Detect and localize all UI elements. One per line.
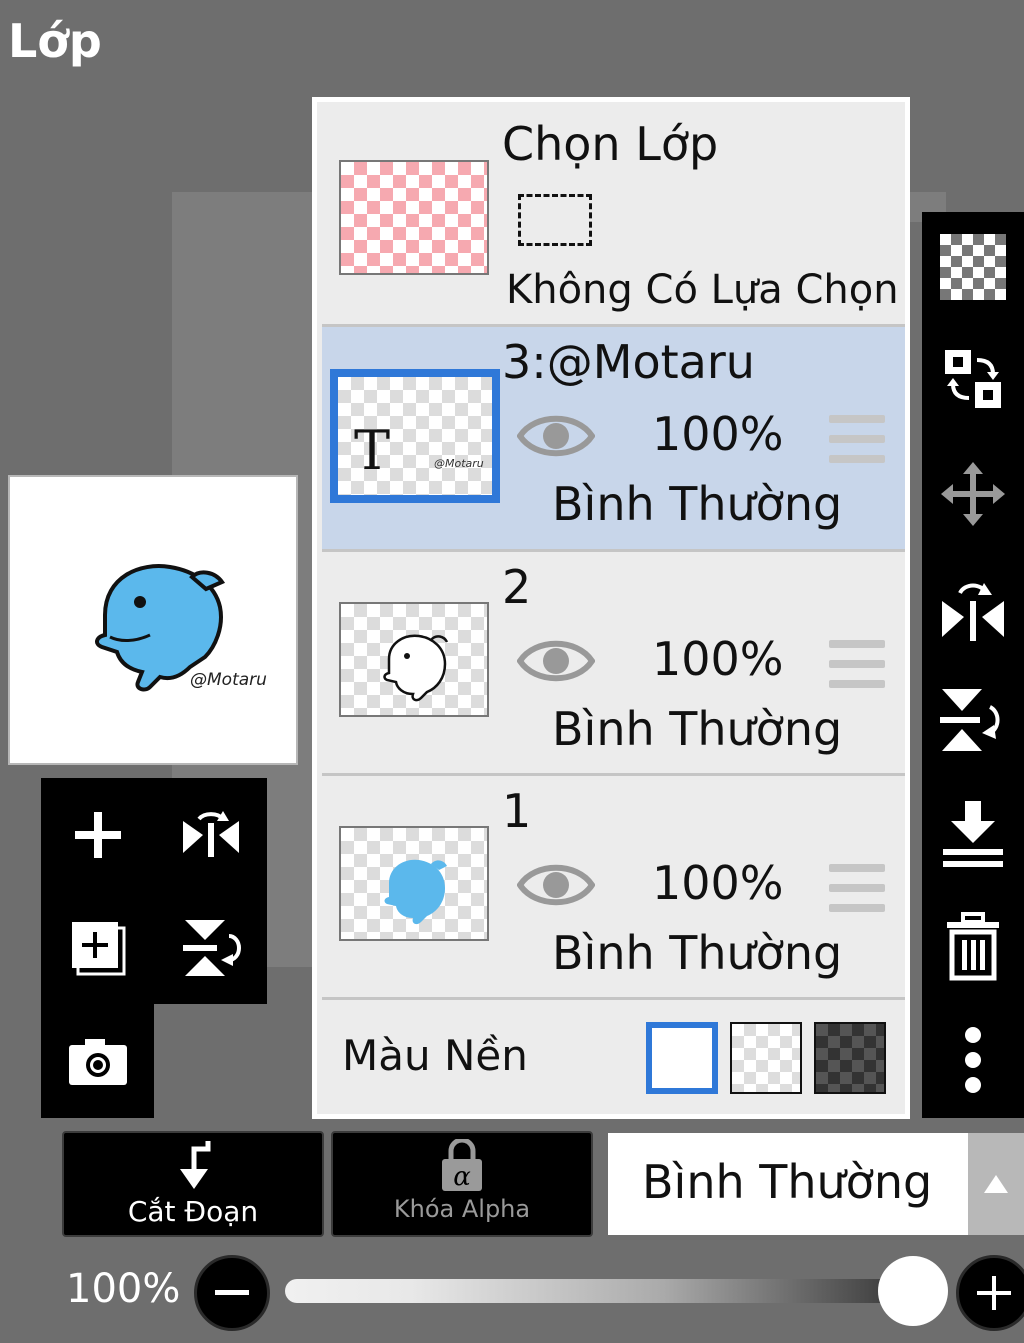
text-layer-glyph: T	[354, 419, 391, 482]
thumbnail-signature: @Motaru	[434, 457, 484, 470]
layer-row-3[interactable]: T @Motaru 3:@Motaru 100% Bình Thường	[322, 327, 905, 549]
alpha-lock-button[interactable]: α Khóa Alpha	[331, 1131, 593, 1237]
blend-mode-dropdown-button[interactable]	[968, 1133, 1024, 1235]
layer-thumbnail	[339, 602, 489, 717]
drag-handle[interactable]	[829, 864, 885, 924]
chevron-up-icon	[984, 1175, 1008, 1193]
visibility-toggle[interactable]	[516, 409, 596, 467]
layer-tools-lower	[41, 1004, 154, 1118]
divider	[322, 997, 905, 1000]
background-dark-swatch[interactable]	[814, 1022, 886, 1094]
background-label: Màu Nền	[342, 1031, 528, 1080]
flip-vertical-icon	[940, 689, 1000, 751]
merge-down-icon	[943, 801, 1003, 867]
flip-vertical-button[interactable]	[154, 891, 267, 1004]
swap-icon	[945, 350, 1001, 408]
more-options-button[interactable]	[922, 1005, 1024, 1115]
layer-name: 3:@Motaru	[502, 335, 755, 389]
selection-status: Không Có Lựa Chọn	[506, 267, 899, 313]
visibility-toggle[interactable]	[516, 634, 596, 692]
flip-horizontal-button[interactable]	[154, 778, 267, 891]
preview-watermark: @Motaru	[190, 670, 267, 690]
clipping-label: Cắt Đoạn	[127, 1195, 259, 1228]
layer-opacity: 100%	[652, 407, 784, 461]
plus-icon	[74, 811, 121, 858]
move-icon	[941, 462, 1005, 526]
flip-vertical-icon	[182, 919, 241, 976]
opacity-increase-button[interactable]	[956, 1255, 1024, 1331]
selection-title: Chọn Lớp	[502, 117, 719, 171]
camera-button[interactable]	[41, 1004, 154, 1117]
selection-thumbnail	[339, 160, 489, 275]
layer-thumbnail: T @Motaru	[330, 369, 500, 503]
blend-mode-select[interactable]: Bình Thường	[608, 1133, 968, 1235]
right-toolbar	[922, 212, 1024, 1118]
eye-icon	[516, 415, 596, 457]
delete-layer-button[interactable]	[922, 892, 1024, 1002]
selection-layer-row[interactable]: Chọn Lớp Không Có Lựa Chọn	[322, 107, 900, 329]
layer-opacity: 100%	[652, 856, 784, 910]
swap-layer-button[interactable]	[922, 324, 1024, 434]
dolphin-image: @Motaru	[95, 564, 267, 692]
clipping-arrow-icon	[180, 1141, 211, 1189]
checker-icon	[940, 234, 1006, 300]
layer-row-2[interactable]: 2 100% Bình Thường	[322, 552, 905, 774]
layer-blend-mode: Bình Thường	[552, 926, 843, 980]
page-title: Lớp	[8, 14, 102, 68]
move-button[interactable]	[922, 439, 1024, 549]
more-vertical-icon	[965, 1027, 981, 1093]
duplicate-layer-button[interactable]	[41, 891, 154, 1004]
layer-blend-mode: Bình Thường	[552, 702, 843, 756]
dolphin-color-image	[384, 859, 447, 925]
background-color-row: Màu Nền	[322, 1007, 905, 1109]
dolphin-outline-image	[383, 634, 449, 702]
opacity-slider-handle[interactable]	[878, 1256, 948, 1326]
minus-icon	[215, 1290, 249, 1295]
opacity-slider[interactable]	[285, 1279, 915, 1303]
trash-icon	[947, 912, 999, 981]
layer-blend-mode: Bình Thường	[552, 477, 843, 531]
background-transparent-swatch[interactable]	[730, 1022, 802, 1094]
canvas-preview[interactable]: @Motaru	[8, 475, 298, 765]
lock-alpha-icon: α	[442, 1137, 482, 1192]
add-layer-button[interactable]	[41, 778, 154, 891]
alpha-lock-label: Khóa Alpha	[393, 1195, 531, 1223]
layer-row-1[interactable]: 1 100% Bình Thường	[322, 776, 905, 998]
plus-icon	[977, 1276, 1011, 1310]
camera-icon	[68, 1038, 127, 1085]
layer-name: 1	[502, 784, 532, 838]
transparency-button[interactable]	[922, 212, 1024, 322]
eye-icon	[516, 864, 596, 906]
drag-handle[interactable]	[829, 415, 885, 475]
flip-horizontal-right-button[interactable]	[922, 553, 1024, 663]
blend-mode-value: Bình Thường	[642, 1155, 933, 1209]
opacity-decrease-button[interactable]	[194, 1255, 270, 1331]
layer-panel: Chọn Lớp Không Có Lựa Chọn T @Motaru 3:@…	[312, 97, 910, 1119]
drag-handle[interactable]	[829, 640, 885, 700]
svg-text:α: α	[453, 1162, 471, 1192]
clipping-button[interactable]: Cắt Đoạn	[62, 1131, 324, 1237]
merge-down-button[interactable]	[922, 779, 1024, 889]
layer-opacity: 100%	[652, 632, 784, 686]
layer-thumbnail	[339, 826, 489, 941]
eye-icon	[516, 640, 596, 682]
flip-horizontal-icon	[182, 810, 239, 857]
flip-vertical-right-button[interactable]	[922, 665, 1024, 775]
opacity-value: 100%	[66, 1266, 181, 1312]
layer-name: 2	[502, 560, 532, 614]
layer-tools	[41, 778, 267, 1004]
background-white-swatch[interactable]	[646, 1022, 718, 1094]
flip-horizontal-icon	[942, 583, 1004, 641]
visibility-toggle[interactable]	[516, 858, 596, 916]
selection-marquee-icon	[518, 194, 592, 246]
duplicate-icon	[71, 921, 125, 975]
